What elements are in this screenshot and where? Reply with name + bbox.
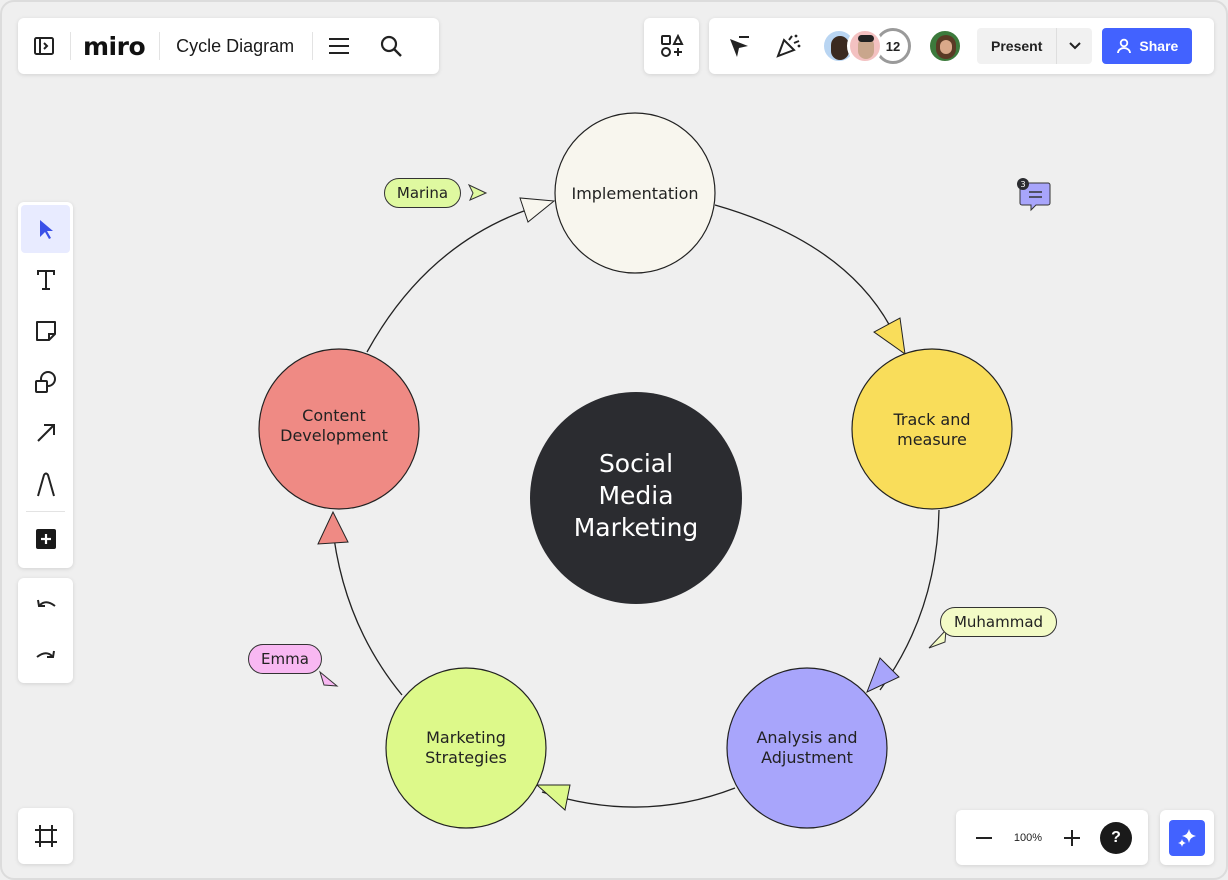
arrowhead-track bbox=[873, 317, 906, 356]
node-label-line-1: Content bbox=[302, 406, 366, 425]
search-button[interactable] bbox=[365, 18, 417, 74]
cursor-name: Emma bbox=[261, 650, 309, 668]
node-label-line-2: Development bbox=[280, 426, 388, 445]
menu-button[interactable] bbox=[313, 18, 365, 74]
divider bbox=[26, 511, 65, 512]
cursor-pointer-emma bbox=[319, 670, 339, 687]
user-icon bbox=[1117, 38, 1132, 54]
node-analysis-and-adjustment[interactable]: Analysis and Adjustment bbox=[726, 667, 888, 829]
pen-tool[interactable] bbox=[21, 460, 70, 508]
sidebar-toggle-button[interactable] bbox=[18, 18, 70, 74]
shapes-tool[interactable] bbox=[21, 358, 70, 406]
sticky-note-icon bbox=[35, 321, 56, 341]
collaborator-avatars[interactable]: 12 bbox=[821, 28, 911, 64]
connector-track-to-analysis[interactable] bbox=[879, 509, 940, 691]
board-canvas[interactable]: Social Media Marketing Implementation Tr… bbox=[2, 2, 1228, 880]
shapes-icon bbox=[34, 371, 56, 393]
cursor-label-marina: Marina bbox=[384, 178, 461, 208]
cursor-name: Marina bbox=[396, 184, 449, 202]
share-label: Share bbox=[1139, 38, 1179, 54]
center-line-2: Media bbox=[598, 481, 673, 510]
cursor-name: Muhammad bbox=[953, 613, 1044, 631]
select-arrow-icon bbox=[39, 220, 53, 239]
miro-logo[interactable]: miro bbox=[71, 32, 159, 61]
redo-button[interactable] bbox=[21, 632, 70, 680]
avatar[interactable] bbox=[847, 28, 883, 64]
node-label-line-2: Adjustment bbox=[761, 748, 853, 767]
present-button[interactable]: Present bbox=[977, 38, 1056, 54]
arrowhead-implementation bbox=[519, 197, 556, 223]
current-user-avatar[interactable] bbox=[927, 28, 963, 64]
sidebar-toggle-icon bbox=[34, 37, 54, 55]
cursor-hide-icon bbox=[730, 36, 749, 57]
ai-sparkle-icon bbox=[1178, 828, 1196, 847]
party-popper-icon bbox=[776, 34, 801, 58]
collaboration-bar: 12 Present Share bbox=[709, 18, 1214, 74]
frames-icon bbox=[34, 825, 57, 847]
connector-strategies-to-content[interactable] bbox=[331, 521, 403, 696]
connector-analysis-to-strategies[interactable] bbox=[541, 787, 736, 808]
celebrate-button[interactable] bbox=[763, 18, 813, 74]
creation-toolbar bbox=[18, 202, 73, 568]
present-options-button[interactable] bbox=[1056, 28, 1092, 64]
node-label-line-2: measure bbox=[897, 430, 967, 449]
zoom-in-button[interactable] bbox=[1050, 810, 1094, 865]
board-header: miro Cycle Diagram bbox=[18, 18, 439, 74]
comment-marker[interactable]: 3 bbox=[1017, 178, 1051, 212]
center-line-1: Social bbox=[599, 449, 673, 478]
cursor-label-emma: Emma bbox=[248, 644, 322, 674]
select-tool[interactable] bbox=[21, 205, 70, 253]
cursor-pointer-muhammad bbox=[928, 628, 947, 649]
board-title[interactable]: Cycle Diagram bbox=[160, 36, 312, 57]
plus-box-icon bbox=[35, 529, 56, 549]
redo-icon bbox=[35, 650, 55, 658]
center-node[interactable]: Social Media Marketing bbox=[530, 392, 742, 604]
text-icon bbox=[36, 270, 55, 290]
zoom-out-button[interactable] bbox=[962, 810, 1006, 865]
node-label-line-2: Strategies bbox=[425, 748, 507, 767]
node-implementation[interactable]: Implementation bbox=[554, 112, 716, 274]
node-marketing-strategies[interactable]: Marketing Strategies bbox=[385, 667, 547, 829]
node-label-line-1: Marketing bbox=[426, 728, 506, 747]
present-control: Present bbox=[977, 28, 1093, 64]
node-label-line-1: Analysis and bbox=[756, 728, 857, 747]
connector-arrow-icon bbox=[36, 424, 55, 442]
arrowhead-strategies bbox=[535, 784, 571, 811]
node-track-and-measure[interactable]: Track and measure bbox=[851, 348, 1013, 510]
minus-icon bbox=[976, 836, 992, 839]
node-label-line-1: Track and bbox=[892, 410, 970, 429]
history-toolbar bbox=[18, 578, 73, 683]
share-button[interactable]: Share bbox=[1102, 28, 1193, 64]
undo-icon bbox=[36, 599, 56, 607]
arrowhead-content bbox=[317, 510, 349, 545]
ai-assist-button[interactable] bbox=[1169, 819, 1205, 856]
frames-button[interactable] bbox=[18, 808, 73, 864]
help-button[interactable]: ? bbox=[1100, 821, 1132, 854]
text-tool[interactable] bbox=[21, 256, 70, 304]
more-tools-button[interactable] bbox=[21, 515, 70, 563]
undo-button[interactable] bbox=[21, 581, 70, 629]
zoom-controls: 100% ? bbox=[956, 810, 1148, 865]
cursor-visibility-button[interactable] bbox=[713, 18, 763, 74]
connector-tool[interactable] bbox=[21, 409, 70, 457]
cursor-pointer-marina bbox=[467, 183, 488, 201]
apps-icon bbox=[660, 34, 684, 57]
cursor-label-muhammad: Muhammad bbox=[940, 607, 1057, 637]
comment-count: 3 bbox=[1020, 180, 1025, 189]
zoom-level[interactable]: 100% bbox=[1006, 832, 1050, 844]
ai-assist-panel bbox=[1160, 810, 1214, 865]
hamburger-menu-icon bbox=[329, 38, 350, 54]
pen-icon bbox=[36, 472, 55, 497]
apps-button[interactable] bbox=[644, 18, 699, 74]
plus-icon bbox=[1064, 829, 1080, 846]
center-line-3: Marketing bbox=[574, 513, 699, 542]
connector-impl-to-track[interactable] bbox=[714, 204, 903, 353]
board-frame: Social Media Marketing Implementation Tr… bbox=[0, 0, 1228, 880]
node-label: Implementation bbox=[571, 184, 698, 203]
search-icon bbox=[381, 35, 403, 57]
node-content-development[interactable]: Content Development bbox=[258, 348, 420, 510]
connector-content-to-impl[interactable] bbox=[366, 201, 553, 353]
chevron-down-icon bbox=[1069, 42, 1081, 50]
sticky-note-tool[interactable] bbox=[21, 307, 70, 355]
